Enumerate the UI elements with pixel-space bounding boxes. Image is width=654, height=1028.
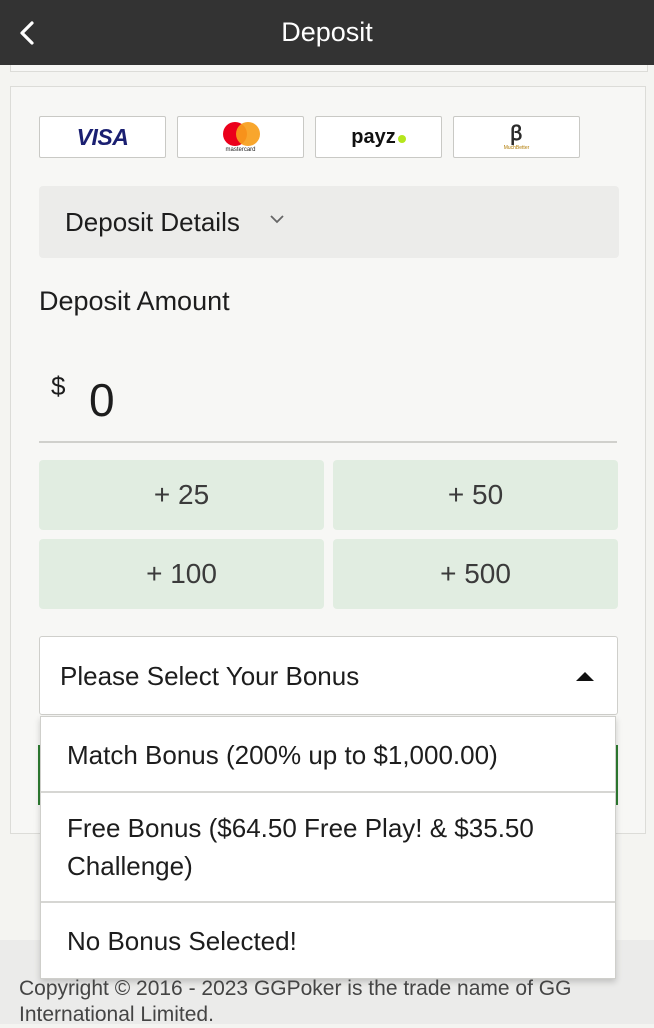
visa-logo: VISA [76, 123, 129, 150]
bonus-dropdown-menu: Match Bonus (200% up to $1,000.00) Free … [40, 716, 616, 979]
muchbetter-logo: ꞵ MuchBetter [503, 122, 530, 151]
bonus-option-free[interactable]: Free Bonus ($64.50 Free Play! & $35.50 C… [41, 795, 615, 903]
payment-method-payz[interactable]: payz [315, 116, 442, 158]
quick-add-50-button[interactable]: + 50 [333, 460, 618, 530]
payz-logo: payz [351, 126, 406, 149]
quick-add-100-button[interactable]: + 100 [39, 539, 324, 609]
deposit-details-label: Deposit Details [65, 207, 240, 237]
deposit-details-toggle[interactable]: Deposit Details [39, 186, 619, 258]
quick-add-25-button[interactable]: + 25 [39, 460, 324, 530]
top-panel-edge [10, 65, 648, 72]
caret-up-icon [576, 672, 594, 681]
payment-method-muchbetter[interactable]: ꞵ MuchBetter [453, 116, 580, 158]
page-title: Deposit [281, 17, 373, 47]
payment-method-mastercard[interactable]: mastercard [177, 116, 304, 158]
copyright-text: Copyright © 2016 - 2023 GGPoker is the t… [19, 977, 572, 1026]
bonus-option-match[interactable]: Match Bonus (200% up to $1,000.00) [41, 717, 615, 793]
bonus-select[interactable]: Please Select Your Bonus [39, 636, 618, 715]
quick-add-500-button[interactable]: + 500 [333, 539, 618, 609]
top-bar: Deposit [0, 0, 654, 65]
bonus-option-none[interactable]: No Bonus Selected! [41, 905, 615, 978]
amount-value: 0 [89, 374, 115, 426]
mastercard-logo: mastercard [222, 121, 260, 153]
deposit-amount-input[interactable]: $ 0 [39, 355, 617, 443]
currency-symbol: $ [51, 371, 66, 401]
chevron-down-icon [270, 215, 284, 224]
bonus-select-placeholder: Please Select Your Bonus [60, 661, 360, 691]
payment-method-visa[interactable]: VISA [39, 116, 166, 158]
deposit-amount-label: Deposit Amount [39, 286, 230, 316]
